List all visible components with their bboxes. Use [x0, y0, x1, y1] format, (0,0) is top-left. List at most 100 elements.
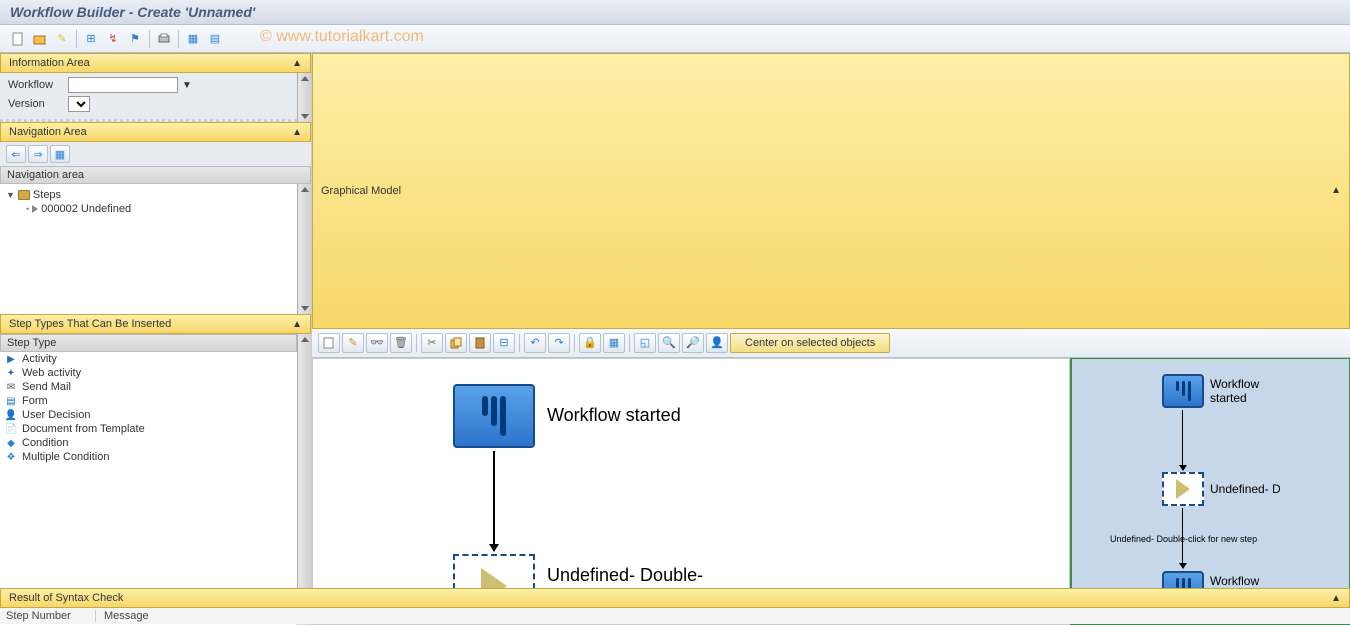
folder-icon [18, 190, 30, 200]
node-label: Workflow started [1210, 377, 1290, 405]
node-workflow-started[interactable]: Workflow started [453, 384, 681, 448]
info-scrollbar[interactable] [297, 73, 311, 122]
grid-icon[interactable]: ▦ [183, 29, 203, 49]
step-type-label: Send Mail [22, 381, 71, 393]
step-type-label: Activity [22, 353, 57, 365]
step-type-item[interactable]: ▤ Form [0, 394, 297, 408]
step-type-item[interactable]: ✦ Web activity [0, 366, 297, 380]
edit-button[interactable]: ✎ [342, 333, 364, 353]
undefined-icon [1162, 472, 1204, 506]
step-type-item[interactable]: 📄 Document from Template [0, 422, 297, 436]
watermark: © www.tutorialkart.com [260, 28, 424, 46]
glasses-button[interactable]: 👓 [366, 333, 388, 353]
step-types-title: Step Types That Can Be Inserted [9, 318, 171, 330]
mini-node-start[interactable]: Workflow started [1162, 374, 1290, 408]
lock-button[interactable]: 🔒 [579, 333, 601, 353]
step-type-label: User Decision [22, 409, 90, 421]
steps-scrollbar[interactable] [297, 334, 311, 625]
start-icon [453, 384, 535, 448]
step-type-icon: ❖ [4, 451, 18, 463]
workflow-input[interactable] [68, 77, 178, 93]
cut-button[interactable]: ✂ [421, 333, 443, 353]
hierarchy-button[interactable]: ⊟ [493, 333, 515, 353]
step-type-icon: 📄 [4, 423, 18, 435]
open-icon[interactable] [30, 29, 50, 49]
window-title: Workflow Builder - Create 'Unnamed' [0, 0, 1350, 25]
paste-button[interactable] [469, 333, 491, 353]
activate-icon[interactable]: ⚑ [125, 29, 145, 49]
workflow-canvas[interactable]: Workflow started Undefined- Double-click… [312, 358, 1070, 625]
version-select[interactable] [68, 96, 90, 112]
new-button[interactable] [318, 333, 340, 353]
step-type-label: Multiple Condition [22, 451, 109, 463]
expand-icon[interactable]: ▼ [6, 190, 15, 200]
bottom-panel: Result of Syntax Check ▲ Step Number Mes… [0, 588, 1350, 624]
collapse-icon[interactable]: ▲ [292, 319, 302, 330]
palette-button[interactable]: ▦ [603, 333, 625, 353]
tree-item-undefined[interactable]: • 000002 Undefined [6, 202, 291, 216]
back-button[interactable]: ⇐ [6, 145, 26, 163]
start-icon [1162, 374, 1204, 408]
syntax-columns: Step Number Message [0, 608, 1350, 624]
check-icon[interactable]: ↯ [103, 29, 123, 49]
step-type-icon: 👤 [4, 409, 18, 421]
delete-button[interactable]: 🗑 [390, 333, 412, 353]
nav-scrollbar[interactable] [297, 184, 311, 314]
zoom-out-button[interactable]: 🔎 [682, 333, 704, 353]
nav-tree-header: Navigation area [0, 166, 311, 184]
list-icon[interactable]: ▤ [205, 29, 225, 49]
step-type-label: Form [22, 395, 48, 407]
graphical-model-header[interactable]: Graphical Model ▲ [312, 53, 1350, 329]
tree-root-steps[interactable]: ▼ Steps [6, 188, 291, 202]
zoom-in-button[interactable]: 🔍 [658, 333, 680, 353]
step-type-item[interactable]: ▶ Activity [0, 352, 297, 366]
step-type-item[interactable]: ✉Send Mail [0, 380, 297, 394]
tree-root-label: Steps [33, 189, 61, 201]
collapse-icon[interactable]: ▲ [1331, 593, 1341, 604]
nav-toolbar: ⇐ ⇒ ▦ [0, 142, 311, 166]
step-icon [32, 205, 38, 213]
graphical-toolbar: ✎ 👓 🗑 ✂ ⊟ ↶ ↷ 🔒 ▦ ◱ 🔍 🔎 👤 Center on sele… [312, 329, 1350, 358]
node-label: Workflow started [547, 405, 681, 426]
step-type-item[interactable]: ❖ Multiple Condition [0, 450, 297, 464]
step-types-header[interactable]: Step Types That Can Be Inserted ▲ [0, 314, 311, 334]
collapse-icon[interactable]: ▲ [1331, 185, 1341, 196]
dropdown-icon[interactable]: ▼ [182, 80, 192, 91]
new-icon[interactable] [8, 29, 28, 49]
undo-button[interactable]: ↶ [524, 333, 546, 353]
print-icon[interactable] [154, 29, 174, 49]
collapse-icon[interactable]: ▲ [292, 58, 302, 69]
flow-arrow [1182, 410, 1183, 470]
step-type-item[interactable]: 👤 User Decision [0, 408, 297, 422]
mini-node-undefined[interactable]: Undefined- D [1162, 472, 1281, 506]
flow-label: Undefined- Double-click for new step [1110, 534, 1257, 544]
user-button[interactable]: 👤 [706, 333, 728, 353]
step-types-list: Step Type ▶ Activity ✦ Web activity✉Send Ma… [0, 334, 297, 625]
tree-item-label: 000002 Undefined [41, 203, 131, 215]
layout-button[interactable]: ▦ [50, 145, 70, 163]
version-label: Version [8, 98, 68, 110]
info-area-body: Workflow ▼ Version [0, 73, 297, 122]
step-type-icon: ▶ [4, 353, 18, 365]
redo-button[interactable]: ↷ [548, 333, 570, 353]
graphical-model-title: Graphical Model [321, 185, 401, 197]
fit-button[interactable]: ◱ [634, 333, 656, 353]
syntax-check-header[interactable]: Result of Syntax Check ▲ [0, 588, 1350, 608]
step-type-column: Step Type [0, 334, 297, 352]
minimap[interactable]: Workflow started Undefined- D Undefined-… [1070, 358, 1350, 625]
step-type-item[interactable]: ◆Condition [0, 436, 297, 450]
nav-area-header[interactable]: Navigation Area ▲ [0, 122, 311, 142]
forward-button[interactable]: ⇒ [28, 145, 48, 163]
step-type-label: Document from Template [22, 423, 145, 435]
step-type-icon: ✦ [4, 367, 18, 379]
step-type-icon: ◆ [4, 437, 18, 449]
wand-icon[interactable]: ✎ [52, 29, 72, 49]
collapse-icon[interactable]: ▲ [292, 127, 302, 138]
copy-button[interactable] [445, 333, 467, 353]
step-type-label: Web activity [22, 367, 81, 379]
info-area-header[interactable]: Information Area ▲ [0, 53, 311, 73]
bullet-icon: • [26, 204, 29, 214]
step-type-icon: ▤ [4, 395, 18, 407]
center-button[interactable]: Center on selected objects [730, 333, 890, 353]
tree-icon[interactable]: ⊞ [81, 29, 101, 49]
